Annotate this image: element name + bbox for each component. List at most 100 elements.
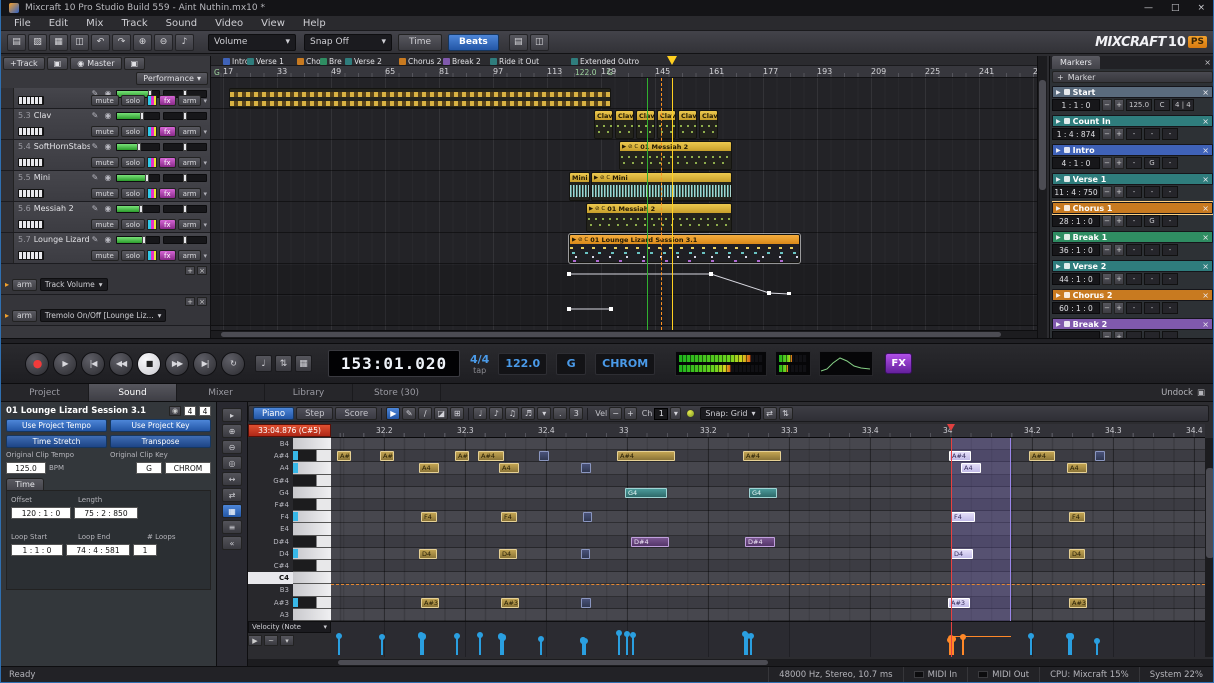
- track-monitor-icon[interactable]: ◉: [103, 142, 113, 151]
- piano-key-ds4[interactable]: [293, 536, 331, 548]
- menu-help[interactable]: Help: [294, 16, 335, 31]
- marker-tempo-field[interactable]: -: [1126, 302, 1142, 314]
- marker-key-field[interactable]: -: [1144, 186, 1160, 198]
- midi-note-f4[interactable]: F4: [421, 512, 437, 522]
- clip-header-icons[interactable]: ▶ ⊘ C: [572, 237, 588, 243]
- clip-header[interactable]: Clav: [700, 111, 717, 120]
- marker-row[interactable]: ▶Chorus 1×28 : 1 : 0−+-G-: [1052, 202, 1213, 227]
- marker-row[interactable]: ▶Start×1 : 1 : 0−+125.0C4 | 4: [1052, 86, 1213, 111]
- clip-link-icon[interactable]: ◉: [169, 406, 181, 416]
- menu-edit[interactable]: Edit: [40, 16, 77, 31]
- clip-header[interactable]: Clav: [595, 111, 612, 120]
- track-header[interactable]: 5.5Mini✎◉mutesolofxarm▾: [1, 171, 210, 202]
- pan-slider[interactable]: [163, 174, 207, 182]
- line-tool-icon[interactable]: ∕: [418, 407, 432, 420]
- marker-minus-button[interactable]: −: [1102, 331, 1112, 338]
- clip-01-messiah-2[interactable]: ▶ ⊘ C01 Messiah 2: [586, 203, 732, 232]
- marker-minus-button[interactable]: −: [1102, 273, 1112, 285]
- track-edit-icon[interactable]: ✎: [90, 111, 100, 120]
- timeline-marker[interactable]: Extended Outro: [571, 57, 639, 66]
- track-header[interactable]: 5.7Lounge Lizard...✎◉mutesolofxarm▾: [1, 233, 210, 264]
- markers-tab[interactable]: Markers: [1052, 56, 1100, 69]
- solo-button[interactable]: solo: [121, 250, 145, 261]
- midi-note-as4[interactable]: A#4: [617, 451, 675, 461]
- clip-header-icons[interactable]: ▶ ⊘ C: [594, 175, 610, 181]
- length-field[interactable]: 75 : 2 : 850: [74, 507, 138, 519]
- midi-note-g4[interactable]: G4: [749, 488, 777, 498]
- pr-tab-step[interactable]: Step: [296, 407, 333, 420]
- piano-key-e4[interactable]: [293, 523, 331, 535]
- timeline-marker[interactable]: Ride it Out: [490, 57, 539, 66]
- marker-key-field[interactable]: -: [1144, 128, 1160, 140]
- zoom-in-icon[interactable]: ⊕: [222, 424, 242, 438]
- channel-dropdown-icon[interactable]: ▾: [670, 407, 681, 420]
- midi-note-d4[interactable]: D4: [419, 549, 437, 559]
- automation-param-select[interactable]: Tremolo On/Off [Lounge Liz...▾: [40, 309, 167, 322]
- marker-close-icon[interactable]: ×: [1202, 262, 1209, 271]
- undo-icon[interactable]: ↶: [91, 34, 110, 51]
- track-keyboard-icon[interactable]: [18, 189, 44, 198]
- menu-mix[interactable]: Mix: [77, 16, 112, 31]
- pan-slider-knob[interactable]: [183, 143, 187, 151]
- marker-close-icon[interactable]: ×: [1202, 88, 1209, 97]
- clip-header[interactable]: ▶ ⊘ C01 Messiah 2: [587, 204, 731, 213]
- marker-plus-button[interactable]: +: [1114, 273, 1124, 285]
- marker-name-row[interactable]: ▶Chorus 1×: [1052, 202, 1213, 214]
- track-edit-icon[interactable]: ✎: [90, 204, 100, 213]
- midi-note-as4[interactable]: A#4: [380, 451, 394, 461]
- solo-button[interactable]: solo: [121, 219, 145, 230]
- marker-play-icon[interactable]: ▶: [1056, 321, 1061, 328]
- volume-slider[interactable]: [116, 143, 160, 151]
- velocity-stem[interactable]: [582, 641, 584, 655]
- track-monitor-icon[interactable]: ◉: [103, 173, 113, 182]
- flip-vertical-icon[interactable]: ⇅: [779, 407, 793, 420]
- velocity-stem[interactable]: [381, 637, 383, 655]
- piano-key-c4[interactable]: [293, 572, 331, 584]
- pan-slider[interactable]: [163, 112, 207, 120]
- export-icon[interactable]: ◫: [70, 34, 89, 51]
- volume-slider-knob[interactable]: [142, 236, 146, 244]
- track-edit-icon[interactable]: ✎: [90, 142, 100, 151]
- add-track-button[interactable]: +Track: [3, 57, 45, 70]
- arm-button[interactable]: arm: [178, 188, 202, 199]
- marker-close-icon[interactable]: ×: [1202, 204, 1209, 213]
- volume-slider-knob[interactable]: [140, 112, 144, 120]
- marker-name-row[interactable]: ▶Verse 1×: [1052, 173, 1213, 185]
- marker-name-row[interactable]: ▶Count In×: [1052, 115, 1213, 127]
- velocity-stem[interactable]: [632, 635, 634, 655]
- add-marker-button[interactable]: + Marker: [1052, 71, 1213, 83]
- marker-play-icon[interactable]: ▶: [1056, 205, 1061, 212]
- volume-slider[interactable]: [116, 236, 160, 244]
- marker-row[interactable]: ▶Intro×4 : 1 : 0−+-G-: [1052, 144, 1213, 169]
- marker-position-field[interactable]: 60 : 1 : 0: [1052, 302, 1100, 314]
- time-display[interactable]: 153:01.020: [328, 350, 460, 377]
- beats-mode-button[interactable]: Beats: [448, 34, 499, 51]
- piano-key-f4[interactable]: [293, 511, 331, 523]
- marquee-tool-icon[interactable]: ⊞: [450, 407, 464, 420]
- marker-minus-button[interactable]: −: [1102, 186, 1112, 198]
- marker-minus-button[interactable]: −: [1102, 128, 1112, 140]
- menu-file[interactable]: File: [5, 16, 40, 31]
- master-track-button[interactable]: ◉Master: [70, 57, 121, 70]
- timeline-marker[interactable]: Bre: [320, 57, 342, 66]
- menu-track[interactable]: Track: [112, 16, 156, 31]
- timeline-marker[interactable]: Intro: [223, 57, 249, 66]
- marker-row[interactable]: ▶Break 1×36 : 1 : 0−+---: [1052, 231, 1213, 256]
- marker-tempo-field[interactable]: -: [1126, 186, 1142, 198]
- marker-sig-field[interactable]: -: [1162, 302, 1178, 314]
- clip-sig-numerator[interactable]: 4: [184, 406, 196, 416]
- marker-sig-field[interactable]: -: [1162, 128, 1178, 140]
- scrollbar-handle[interactable]: [221, 332, 1001, 337]
- fx-button[interactable]: fx: [159, 188, 176, 199]
- marker-position-field[interactable]: 28 : 1 : 0: [1052, 215, 1100, 227]
- piano-key-cs4[interactable]: [293, 560, 331, 572]
- pr-tab-score[interactable]: Score: [335, 407, 377, 420]
- midi-activity-icon[interactable]: ♪: [175, 34, 194, 51]
- loop-button[interactable]: ↻: [221, 352, 245, 376]
- midi-note[interactable]: [1095, 451, 1105, 461]
- track-edit-icon[interactable]: ✎: [90, 235, 100, 244]
- velocity-stem[interactable]: [750, 636, 752, 655]
- automation-arm-button[interactable]: arm: [12, 310, 37, 322]
- clip-header[interactable]: ▶ ⊘ C01 Messiah 2: [620, 142, 731, 151]
- marker-close-icon[interactable]: ×: [1202, 291, 1209, 300]
